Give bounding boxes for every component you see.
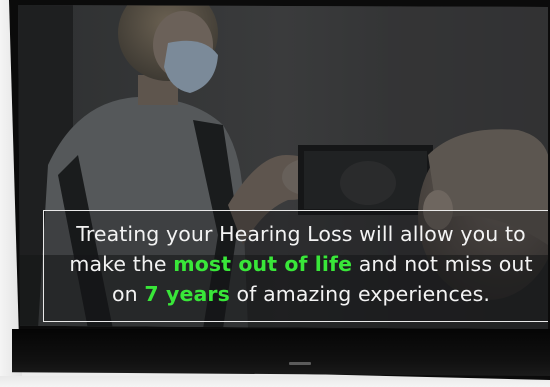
- caption-box: Treating your Hearing Loss will allow yo…: [43, 210, 548, 322]
- caption-line-2-post: and not miss out: [352, 252, 533, 276]
- caption-line-1: Treating your Hearing Loss will allow yo…: [44, 219, 548, 249]
- caption-line-2: make the most out of life and not miss o…: [44, 249, 548, 279]
- caption-highlight-life: most out of life: [173, 252, 353, 276]
- caption-line-3-pre: on: [112, 282, 145, 306]
- caption-line-2-pre: make the: [69, 252, 174, 276]
- caption-highlight-years: 7 years: [144, 282, 230, 306]
- tv-chin: [12, 329, 550, 376]
- caption-line-3-post: of amazing experiences.: [229, 282, 490, 306]
- caption-line-1-text: Treating your Hearing Loss will allow yo…: [76, 222, 526, 246]
- tv-screen: Treating your Hearing Loss will allow yo…: [18, 5, 548, 329]
- tv-brand-logo-icon: [289, 362, 311, 365]
- caption-text: Treating your Hearing Loss will allow yo…: [44, 219, 548, 309]
- photo-frame: Treating your Hearing Loss will allow yo…: [0, 0, 550, 387]
- caption-line-3: on 7 years of amazing experiences.: [44, 279, 548, 309]
